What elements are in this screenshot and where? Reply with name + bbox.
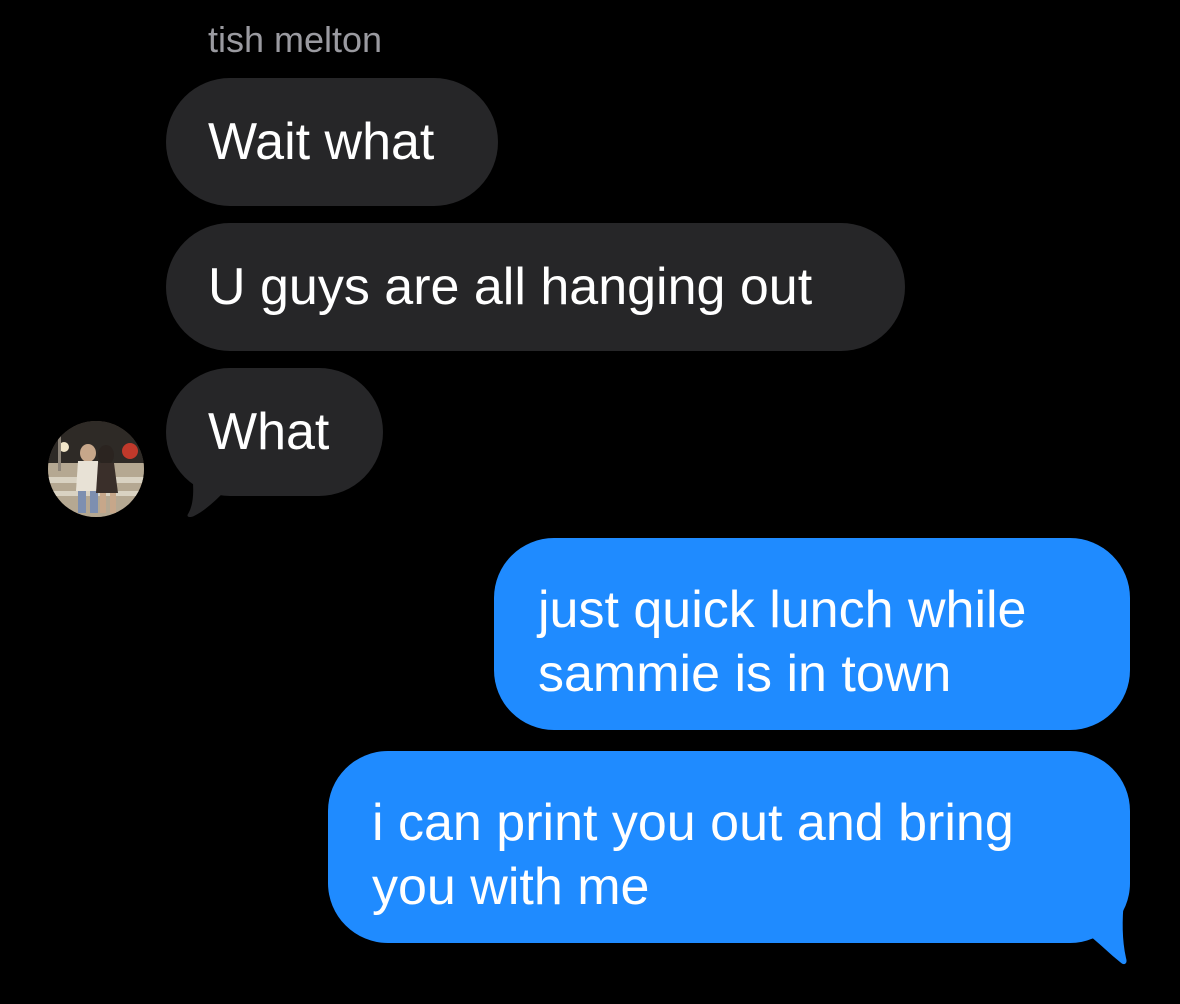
outgoing-message-bubble[interactable]: just quick lunch while sammie is in town [494, 538, 1130, 730]
message-text-line: you with me [372, 858, 650, 916]
outgoing-bubble-tail-icon [1090, 900, 1127, 965]
incoming-message-bubble[interactable]: U guys are all hanging out [166, 223, 905, 351]
message-text: Wait what [208, 113, 435, 171]
avatar[interactable] [48, 421, 144, 517]
outgoing-message-bubble[interactable]: i can print you out and bring you with m… [328, 751, 1130, 943]
message-text: U guys are all hanging out [208, 258, 813, 316]
sender-name: tish melton [208, 19, 383, 60]
contact-photo-avatar-icon [48, 421, 144, 517]
incoming-bubble-tail-icon [187, 470, 226, 518]
message-text: What [208, 403, 330, 461]
message-text-line: just quick lunch while [538, 581, 1027, 639]
message-text-line: i can print you out and bring [372, 794, 1014, 852]
message-text-line: sammie is in town [538, 645, 952, 703]
incoming-message-bubble[interactable]: Wait what [166, 78, 498, 206]
